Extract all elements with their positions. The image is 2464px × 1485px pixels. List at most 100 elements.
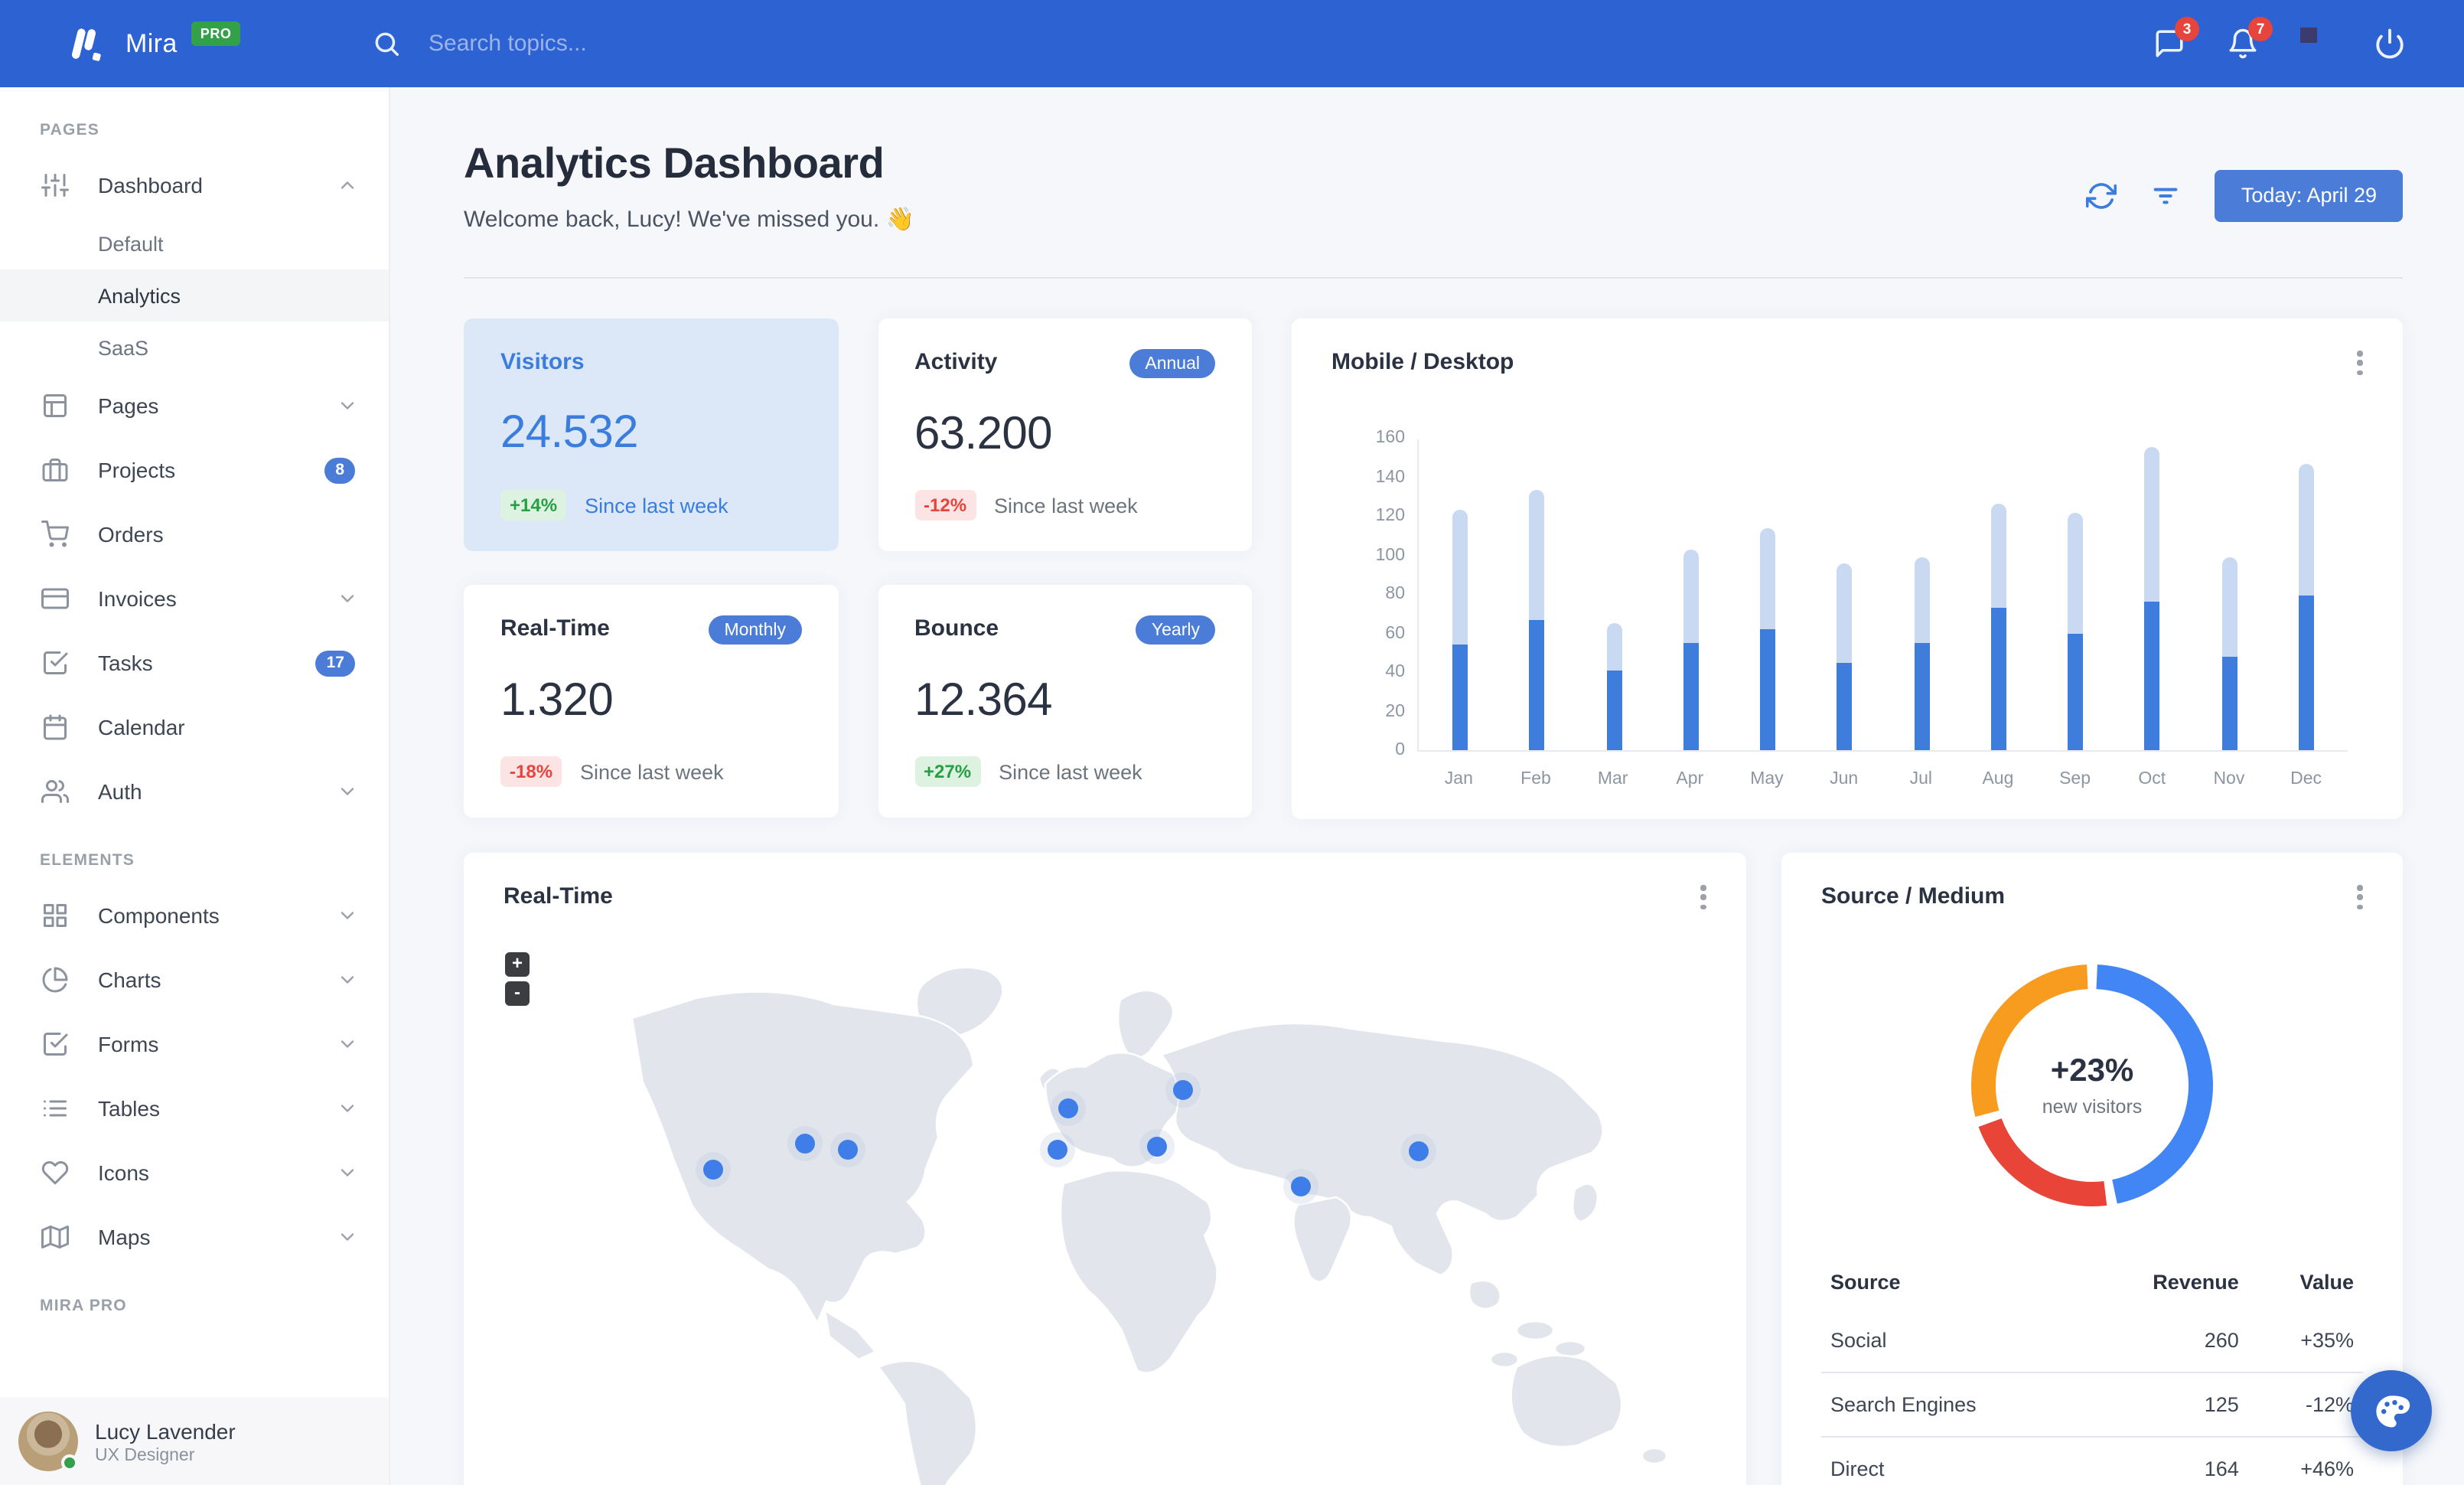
- stat-note: Since last week: [999, 760, 1142, 783]
- main-content: Analytics Dashboard Welcome back, Lucy! …: [390, 87, 2464, 1485]
- world-map[interactable]: [464, 853, 1746, 1485]
- brand[interactable]: Mira PRO: [0, 21, 329, 65]
- revenue-cell: 164: [2081, 1436, 2248, 1485]
- sidebar-item-charts[interactable]: Charts: [0, 948, 389, 1012]
- grid-icon: [41, 902, 69, 929]
- map-marker-6[interactable]: [1147, 1137, 1167, 1157]
- revenue-cell: 260: [2204, 1329, 2239, 1352]
- map-marker-4[interactable]: [1058, 1098, 1078, 1118]
- sidebar-nav: PAGES Dashboard Default Analytics SaaS Pages P…: [0, 87, 389, 1398]
- source-menu-button[interactable]: [2348, 883, 2372, 911]
- map-zoom-out-button[interactable]: -: [505, 981, 530, 1006]
- chevron-down-icon: [337, 905, 358, 926]
- y-axis-label: 80: [1385, 585, 1405, 603]
- stat-title: Real-Time: [500, 615, 610, 641]
- map-menu-button[interactable]: [1691, 883, 1716, 911]
- source-table-header: Revenue: [2153, 1271, 2239, 1294]
- sidebar-item-calendar[interactable]: Calendar: [0, 695, 389, 759]
- sidebar-subitem-default[interactable]: Default: [0, 217, 389, 269]
- value-cell: +35%: [2300, 1329, 2354, 1352]
- sidebar-item-label: Auth: [98, 779, 142, 804]
- sidebar-subitem-saas[interactable]: SaaS: [0, 321, 389, 374]
- table-row[interactable]: Social 260 +35%: [1821, 1309, 2363, 1372]
- stat-period-badge: Annual: [1129, 349, 1215, 378]
- filter-icon: [2154, 187, 2179, 204]
- map-marker-1[interactable]: [703, 1160, 723, 1180]
- sidebar-item-forms[interactable]: Forms: [0, 1012, 389, 1076]
- map-marker-8[interactable]: [1291, 1177, 1311, 1196]
- sidebar-user[interactable]: Lucy Lavender UX Designer: [0, 1398, 389, 1485]
- sidebar-item-components[interactable]: Components: [0, 883, 389, 948]
- sidebar-item-auth[interactable]: Auth: [0, 759, 389, 824]
- chart-menu-button[interactable]: [2348, 349, 2372, 377]
- page-header: Analytics Dashboard Welcome back, Lucy! …: [464, 139, 2403, 233]
- table-row[interactable]: Direct 164 +46%: [1821, 1436, 2363, 1485]
- sidebar-item-pages[interactable]: Pages: [0, 374, 389, 438]
- sidebar-item-tables[interactable]: Tables: [0, 1076, 389, 1141]
- sign-out-button[interactable]: [2374, 28, 2406, 60]
- sidebar-item-icons[interactable]: Icons: [0, 1141, 389, 1205]
- table-row[interactable]: Search Engines 125 -12%: [1821, 1372, 2363, 1437]
- map-marker-3[interactable]: [838, 1140, 858, 1160]
- cart-icon: [41, 521, 69, 548]
- source-title: Source / Medium: [1821, 883, 2006, 909]
- header-divider: [464, 277, 2403, 279]
- filter-button[interactable]: [2151, 180, 2182, 211]
- sidebar-item-dashboard[interactable]: Dashboard: [0, 153, 389, 217]
- x-axis-label: Apr: [1676, 770, 1704, 788]
- bar-mobile: [1683, 642, 1699, 750]
- donut-chart: +23% new visitors: [1962, 955, 2222, 1216]
- notifications-button[interactable]: 7: [2227, 17, 2273, 60]
- sidebar-item-invoices[interactable]: Invoices: [0, 566, 389, 631]
- map-marker-9[interactable]: [1409, 1141, 1429, 1161]
- y-axis-label: 20: [1385, 702, 1405, 720]
- sidebar-item-maps[interactable]: Maps: [0, 1205, 389, 1269]
- sidebar-subitem-analytics[interactable]: Analytics: [0, 269, 389, 321]
- bar-mobile: [1529, 619, 1545, 750]
- sidebar-item-tasks[interactable]: Tasks 17: [0, 631, 389, 695]
- sidebar-item-label: Calendar: [98, 715, 185, 739]
- date-button[interactable]: Today: April 29: [2215, 169, 2403, 221]
- bar-mobile: [1452, 645, 1468, 750]
- map-zoom-in-button[interactable]: +: [505, 952, 530, 977]
- stat-footer: -12% Since last week: [914, 490, 1215, 521]
- chevron-up-icon: [337, 175, 358, 196]
- sidebar-section-label: MIRA PRO: [40, 1297, 127, 1315]
- refresh-button[interactable]: [2086, 180, 2118, 211]
- status-dot: [61, 1454, 78, 1471]
- brand-name: Mira: [125, 28, 178, 57]
- sidebar-item-label: Orders: [98, 522, 164, 547]
- sidebar-item-orders[interactable]: Orders: [0, 502, 389, 566]
- messages-button[interactable]: 3: [2153, 17, 2199, 60]
- map-marker-5[interactable]: [1048, 1140, 1067, 1160]
- stat-card-header: Activity Annual: [914, 349, 1215, 378]
- stat-note: Since last week: [585, 494, 728, 517]
- map-marker-7[interactable]: [1173, 1080, 1193, 1100]
- bar-group-aug: [1960, 439, 2038, 750]
- page-subtitle: Welcome back, Lucy! We've missed you. 👋: [464, 207, 914, 233]
- bar-chart: 0 20 40 60 80 100 120 140 160: [1376, 429, 2348, 759]
- value-cell: -12%: [2247, 1372, 2363, 1437]
- stat-value: 24.532: [500, 406, 639, 457]
- pie-chart-icon: [41, 966, 69, 994]
- language-flag-button[interactable]: [2300, 28, 2332, 60]
- search-input[interactable]: [425, 29, 946, 58]
- x-axis-label: Sep: [2059, 770, 2091, 788]
- donut-center-value: +23%: [2050, 1053, 2134, 1088]
- theme-settings-fab[interactable]: [2351, 1370, 2432, 1451]
- sidebar-item-projects[interactable]: Projects 8: [0, 438, 389, 502]
- map-marker-2[interactable]: [795, 1134, 815, 1154]
- source-table-body: Social 260 +35% Search Engines 125 -12% Direct…: [1821, 1309, 2363, 1485]
- stat-card-activity: Activity Annual 63.200 -12% Since last week: [878, 318, 1252, 551]
- bar-chart-xlabels: Jan Feb Mar Apr May Jun Jul Aug Sep Oct Nov Dec: [1417, 770, 2348, 788]
- bar-mobile: [2144, 602, 2160, 750]
- stats-grid: Visitors 24.532 +14% Since last week Activit…: [464, 318, 1252, 819]
- x-axis-label: Jul: [1909, 770, 1932, 788]
- stat-change-badge: +27%: [914, 756, 981, 787]
- bar-mobile: [1837, 662, 1853, 750]
- sidebar-item-label: Components: [98, 903, 220, 928]
- messages-count-badge: 3: [2175, 17, 2199, 41]
- sidebar-badge: 17: [315, 650, 355, 676]
- bar-mobile: [1990, 607, 2006, 750]
- mobile-desktop-card: Mobile / Desktop 0 20 40 60 80 100 120 140 160 J…: [1292, 318, 2403, 819]
